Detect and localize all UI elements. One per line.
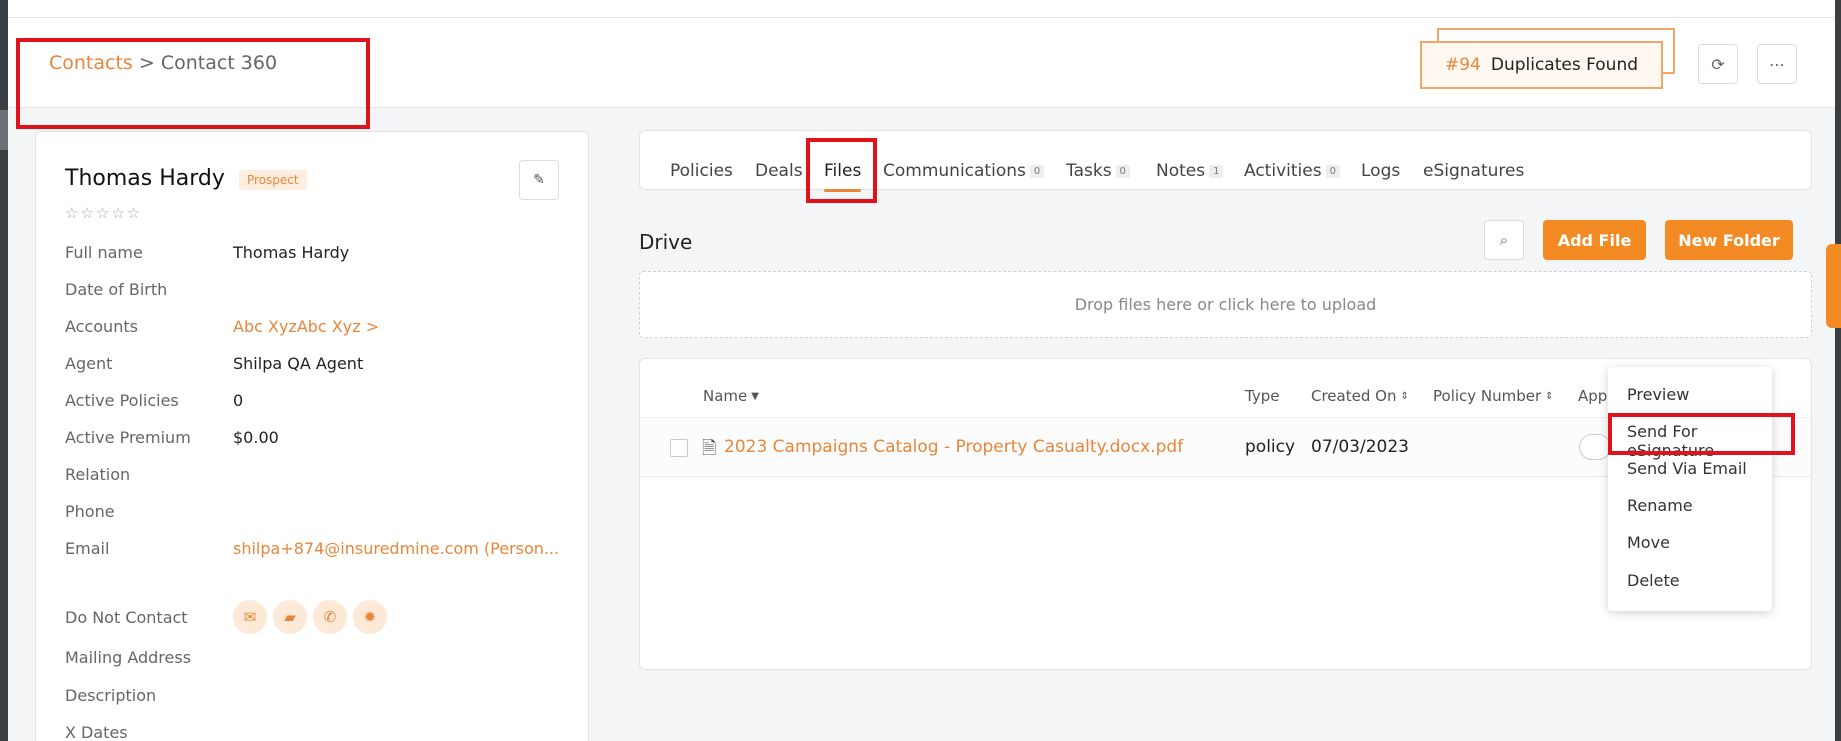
field-label-dob: Date of Birth — [65, 280, 168, 299]
menu-item-preview[interactable]: Preview — [1627, 385, 1689, 404]
field-label-email: Email — [65, 539, 110, 558]
column-label: Name — [703, 387, 748, 405]
tab-count: 1 — [1209, 164, 1224, 178]
tab-label: eSignatures — [1423, 161, 1525, 181]
menu-item-rename[interactable]: Rename — [1627, 496, 1693, 515]
upload-dropzone[interactable]: Drop files here or click here to upload — [639, 271, 1812, 338]
tab-label: Communications — [883, 161, 1026, 181]
phone-icon[interactable]: ✆ — [313, 600, 347, 634]
field-value-email[interactable]: shilpa+874@insuredmine.com (Person... — [233, 539, 559, 558]
column-label: Created On — [1311, 387, 1397, 405]
sort-down-icon: ▼ — [751, 390, 759, 402]
duplicates-count: #94 — [1444, 55, 1481, 75]
tab-logs[interactable]: Logs — [1361, 161, 1400, 181]
drive-title: Drive — [639, 230, 693, 254]
sort-icon: ⇕ — [1400, 390, 1409, 402]
tab-label: Logs — [1361, 161, 1401, 181]
new-folder-button[interactable]: New Folder — [1665, 220, 1793, 260]
more-icon: ⋯ — [1769, 54, 1785, 74]
contact-name: Thomas Hardy — [65, 166, 225, 191]
highlight-send-for-esignature — [1608, 413, 1795, 455]
tab-notes[interactable]: Notes 1 — [1156, 161, 1224, 181]
app-toggle[interactable] — [1579, 434, 1611, 460]
tab-count: 0 — [1325, 164, 1340, 178]
field-value-agent: Shilpa QA Agent — [233, 354, 364, 373]
contact-card: Thomas Hardy Prospect ☆☆☆☆☆ ✎ Full name … — [35, 131, 589, 741]
column-header-created-on[interactable]: Created On ⇕ — [1311, 387, 1409, 405]
field-label-do-not-contact: Do Not Contact — [65, 608, 188, 627]
file-type: policy — [1245, 437, 1296, 457]
field-label-active-premium: Active Premium — [65, 428, 191, 447]
column-label: Type — [1245, 387, 1280, 405]
right-edge — [1835, 0, 1841, 741]
field-label-x-dates: X Dates — [65, 723, 128, 741]
scrollbar-thumb[interactable] — [0, 110, 8, 150]
tab-esignatures[interactable]: eSignatures — [1423, 161, 1524, 181]
field-label-full-name: Full name — [65, 243, 143, 262]
field-value-active-premium: $0.00 — [233, 428, 279, 447]
more-button[interactable]: ⋯ — [1757, 44, 1797, 84]
field-label-accounts: Accounts — [65, 317, 138, 336]
tab-label: Activities — [1244, 161, 1322, 181]
highlight-files-tab — [806, 138, 877, 203]
help-side-tab[interactable] — [1826, 244, 1841, 328]
field-label-agent: Agent — [65, 354, 113, 373]
sort-icon: ⇕ — [1545, 390, 1554, 402]
edit-button[interactable]: ✎ — [519, 160, 559, 200]
tab-communications[interactable]: Communications 0 — [883, 161, 1045, 181]
pencil-icon: ✎ — [533, 172, 545, 188]
field-label-mailing-address: Mailing Address — [65, 648, 192, 667]
tab-count: 0 — [1115, 164, 1130, 178]
add-file-button[interactable]: Add File — [1543, 220, 1646, 260]
tab-label: Deals — [755, 161, 803, 181]
tab-policies[interactable]: Policies — [670, 161, 733, 181]
tab-label: Tasks — [1066, 161, 1112, 181]
field-label-phone: Phone — [65, 502, 115, 521]
field-value-full-name: Thomas Hardy — [233, 243, 350, 262]
duplicates-label: Duplicates Found — [1490, 55, 1639, 75]
left-scrollbar[interactable] — [0, 0, 8, 741]
duplicates-found-button[interactable]: #94 Duplicates Found — [1420, 41, 1663, 89]
do-not-contact-icons: ✉ ▰ ✆ ✹ — [233, 600, 387, 634]
column-label: App — [1578, 387, 1608, 405]
tab-activities[interactable]: Activities 0 — [1244, 161, 1340, 181]
chat-icon[interactable]: ▰ — [273, 600, 307, 634]
column-header-type: Type — [1245, 387, 1279, 405]
tab-label: Notes — [1156, 161, 1206, 181]
tab-count: 0 — [1029, 164, 1045, 178]
top-strip — [0, 0, 1841, 18]
column-header-name[interactable]: Name ▼ — [703, 387, 759, 405]
file-name-link[interactable]: 2023 Campaigns Catalog - Property Casual… — [724, 437, 1183, 457]
field-label-active-policies: Active Policies — [65, 391, 179, 410]
tab-deals[interactable]: Deals — [755, 161, 803, 181]
column-header-app: App — [1578, 387, 1607, 405]
status-badge: Prospect — [239, 170, 307, 190]
search-icon: ⌕ — [1499, 231, 1509, 249]
tab-tasks[interactable]: Tasks 0 — [1066, 161, 1130, 181]
column-header-policy-number[interactable]: Policy Number ⇕ — [1433, 387, 1554, 405]
refresh-icon: ⟳ — [1711, 54, 1725, 74]
field-label-relation: Relation — [65, 465, 131, 484]
menu-item-move[interactable]: Move — [1627, 533, 1670, 552]
menu-item-delete[interactable]: Delete — [1627, 571, 1680, 590]
rating-stars[interactable]: ☆☆☆☆☆ — [65, 204, 142, 222]
file-created-on: 07/03/2023 — [1311, 437, 1409, 457]
highlight-breadcrumb — [16, 38, 370, 129]
refresh-button[interactable]: ⟳ — [1698, 44, 1738, 84]
search-button[interactable]: ⌕ — [1484, 220, 1524, 260]
mail-icon[interactable]: ✉ — [233, 600, 267, 634]
row-checkbox[interactable] — [670, 439, 688, 457]
tab-label: Policies — [670, 161, 733, 181]
pdf-file-icon: 🗎 — [702, 438, 717, 459]
field-label-description: Description — [65, 686, 157, 705]
file-context-menu: Preview Send For eSignature Send Via Ema… — [1608, 367, 1772, 611]
column-label: Policy Number — [1433, 387, 1542, 405]
field-value-active-policies: 0 — [233, 391, 244, 410]
sun-icon[interactable]: ✹ — [353, 600, 387, 634]
menu-item-send-via-email[interactable]: Send Via Email — [1627, 459, 1747, 478]
field-value-accounts[interactable]: Abc XyzAbc Xyz > — [233, 317, 379, 336]
